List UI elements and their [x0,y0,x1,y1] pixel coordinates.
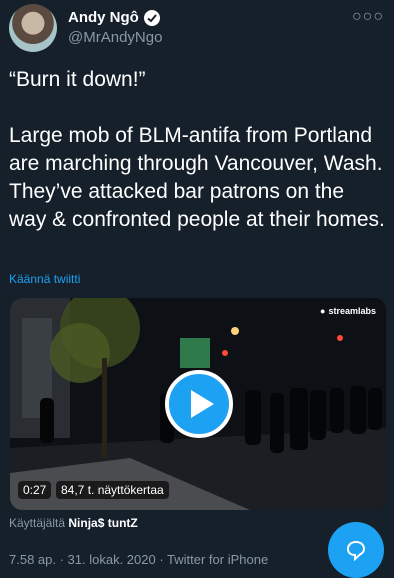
video-attribution: Käyttäjältä Ninja$ tuntZ [9,516,138,530]
translate-link[interactable]: Käännä twiitti [9,272,80,286]
attribution-prefix: Käyttäjältä [9,516,66,530]
author-name-row: Andy Ngô [68,9,160,26]
video-view-count: 84,7 t. näyttökertaa [56,481,169,499]
reply-fab-icon [346,540,366,561]
avatar[interactable] [9,4,57,52]
author-name[interactable]: Andy Ngô [68,9,139,26]
attribution-user[interactable]: Ninja$ tuntZ [68,516,137,530]
video-player[interactable]: ● streamlabs 0:27 84,7 t. näyttökertaa [10,298,386,510]
more-options-icon[interactable]: ○○○ [352,8,384,26]
author-handle[interactable]: @MrAndyNgo [68,29,162,46]
play-button[interactable] [165,370,233,438]
tweet-text: “Burn it down!” Large mob of BLM-antifa … [9,68,385,231]
reply-fab-button[interactable] [328,522,384,578]
streamlabs-label: streamlabs [328,306,376,316]
video-duration: 0:27 [18,481,52,499]
verified-badge-icon [143,9,160,26]
streamlabs-watermark: ● streamlabs [320,306,376,316]
play-icon [191,390,214,418]
tweet-timestamp[interactable]: 7.58 ap. · 31. lokak. 2020 · Twitter for… [9,552,268,567]
streamlabs-icon: ● [320,306,326,316]
